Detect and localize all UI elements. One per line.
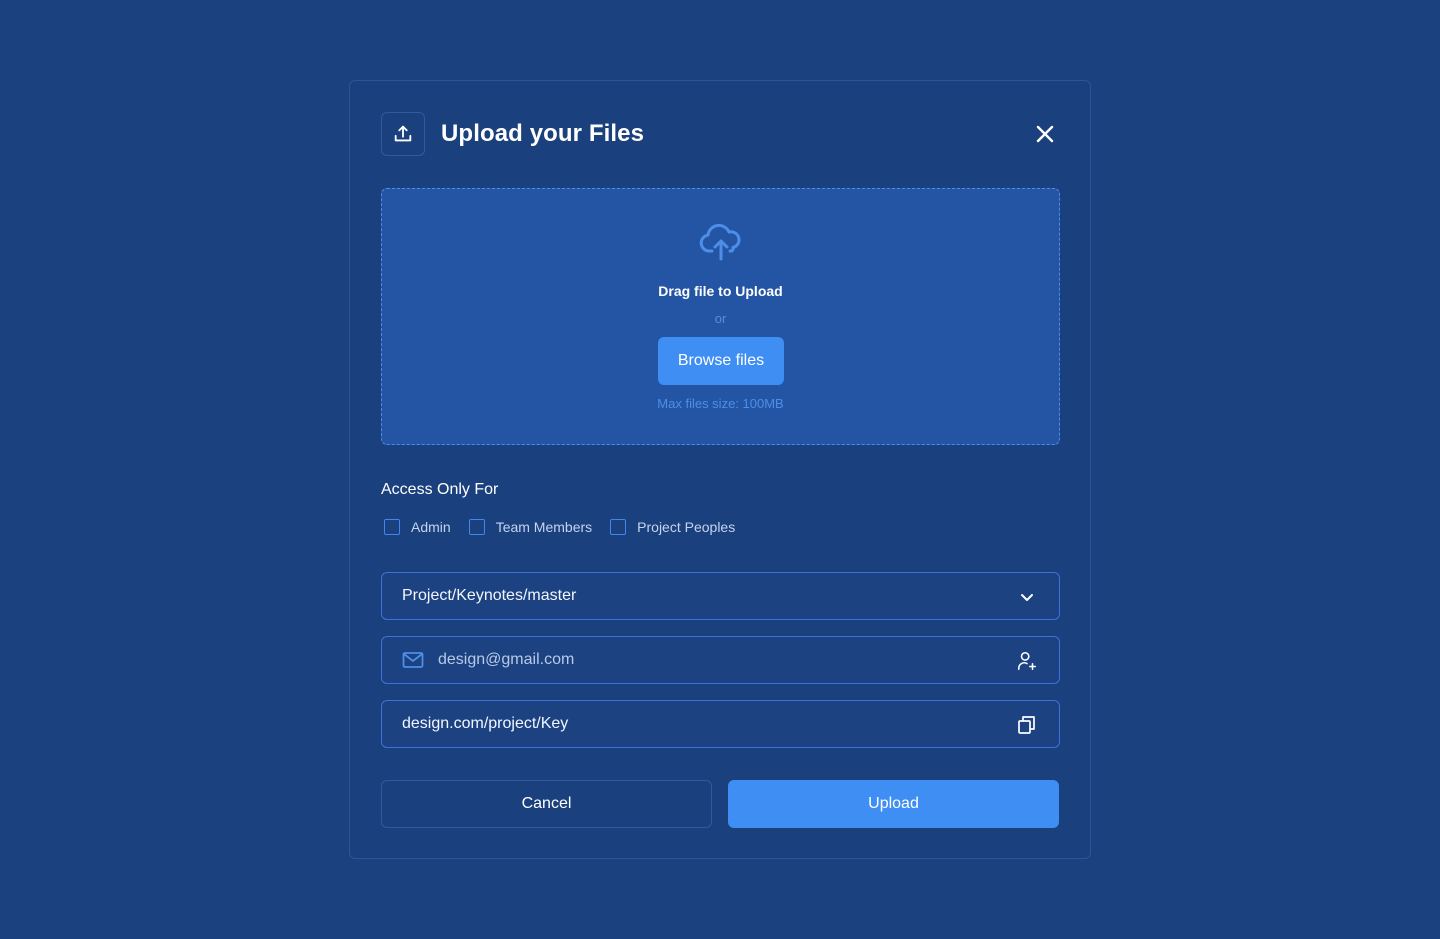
modal-title: Upload your Files (441, 120, 645, 147)
upload-icon (381, 112, 425, 156)
team-members-checkbox[interactable] (468, 519, 485, 535)
copy-icon[interactable] (1015, 713, 1039, 737)
project-peoples-checkbox[interactable] (610, 519, 627, 535)
upload-button[interactable]: Upload (728, 780, 1059, 828)
access-option-team-members[interactable]: Team Members (468, 519, 593, 535)
email-value: design@gmail.com (438, 651, 575, 668)
access-label: Access Only For (381, 481, 499, 498)
chevron-down-icon[interactable] (1015, 585, 1039, 609)
browse-files-button[interactable]: Browse files (658, 337, 784, 385)
upload-modal: Upload your Files Drag file to Upload or… (349, 80, 1091, 859)
team-members-label: Team Members (495, 519, 593, 535)
drag-instruction: Drag file to Upload (658, 283, 783, 299)
or-separator: or (714, 311, 727, 326)
close-icon (1036, 125, 1054, 143)
add-user-icon[interactable] (1015, 649, 1039, 673)
path-select-value: Project/Keynotes/master (402, 587, 577, 604)
project-peoples-label: Project Peoples (637, 519, 736, 535)
cancel-button[interactable]: Cancel (381, 780, 712, 828)
path-select[interactable]: Project/Keynotes/master (381, 572, 1060, 620)
modal-header: Upload your Files (381, 112, 1059, 156)
share-link-value: design.com/project/Key (402, 715, 569, 732)
max-size-note: Max files size: 100MB (657, 396, 784, 411)
admin-checkbox[interactable] (384, 519, 400, 535)
access-option-admin[interactable]: Admin (384, 519, 451, 535)
admin-label: Admin (411, 519, 451, 535)
access-option-project-peoples[interactable]: Project Peoples (610, 519, 735, 535)
cloud-upload-icon (699, 223, 743, 261)
access-options: Admin Team Members Project Peoples (384, 519, 753, 535)
share-link-field[interactable]: design.com/project/Key (381, 700, 1060, 748)
close-button[interactable] (1033, 122, 1057, 146)
mail-icon (402, 651, 424, 669)
email-field[interactable]: design@gmail.com (381, 636, 1060, 684)
file-dropzone[interactable]: Drag file to Upload or Browse files Max … (381, 188, 1060, 445)
